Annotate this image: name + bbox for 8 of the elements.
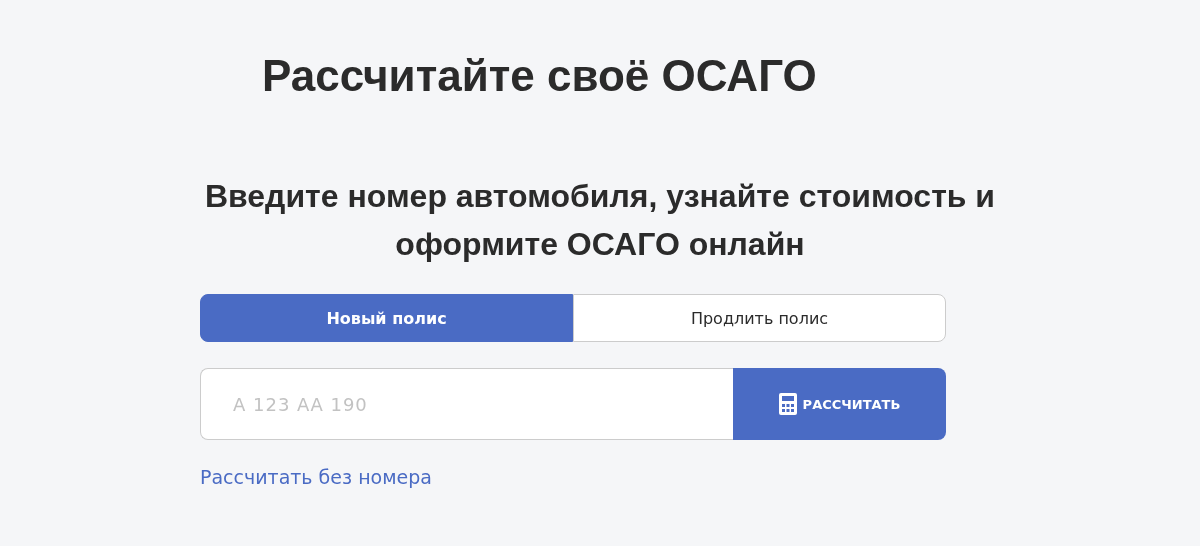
calculate-without-number-link[interactable]: Рассчитать без номера <box>200 466 432 488</box>
calculator-icon <box>778 393 797 415</box>
subtitle: Введите номер автомобиля, узнайте стоимость и оформите ОСАГО онлайн <box>203 177 997 264</box>
policy-tab[interactable]: Продлить полис <box>573 294 946 342</box>
plate-number-field[interactable]: А 123 АА 190 <box>200 368 733 440</box>
calculate-button[interactable]: РАССЧИТАТЬ <box>733 368 946 440</box>
page-title: Рассчитайте своё ОСАГО <box>262 50 818 102</box>
policy-tab[interactable]: Новый полис <box>200 294 573 342</box>
